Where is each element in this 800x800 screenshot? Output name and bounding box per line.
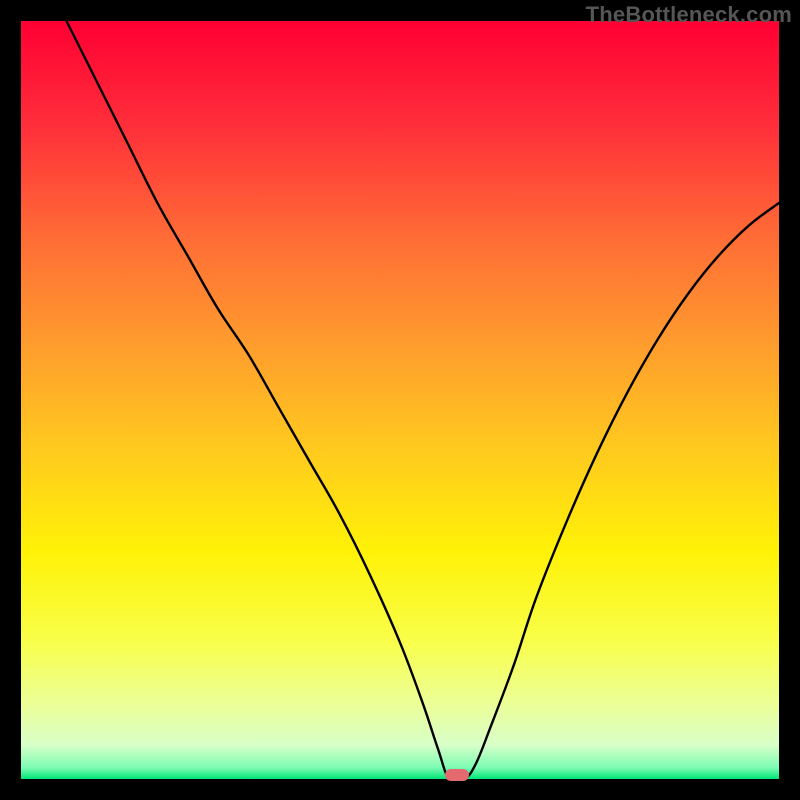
bottleneck-plot: [21, 21, 779, 779]
optimum-marker: [445, 769, 469, 781]
chart-frame: TheBottleneck.com: [0, 0, 800, 800]
gradient-background: [21, 21, 779, 779]
watermark-text: TheBottleneck.com: [586, 2, 792, 28]
